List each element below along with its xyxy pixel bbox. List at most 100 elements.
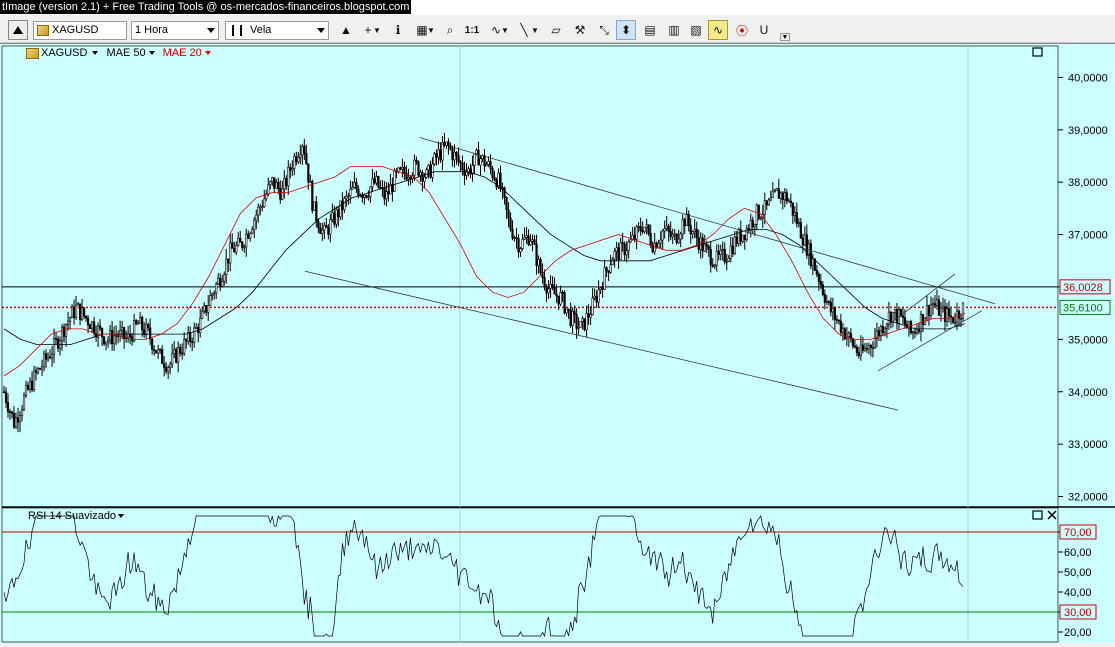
candle-body (811, 258, 814, 267)
candle-body (351, 187, 354, 190)
candle-body (521, 238, 524, 249)
zoom-icon[interactable]: ⌕ (440, 20, 460, 40)
candle-body (673, 233, 676, 236)
candle-body (421, 172, 424, 182)
candle-body (841, 328, 844, 333)
candle-body (799, 222, 802, 239)
signal-icon[interactable]: ⦿ (732, 20, 752, 40)
candle-body (219, 277, 222, 287)
price-chart[interactable]: 40,000039,000038,000037,000036,000035,00… (0, 44, 1115, 644)
indicator-oscillator-icon[interactable]: ▥ (664, 20, 684, 40)
candle-body (129, 333, 132, 338)
candle-body (321, 229, 324, 234)
candle-body (245, 233, 248, 248)
candle-body (827, 301, 830, 303)
candle-body (105, 341, 108, 345)
auto-scale-icon[interactable]: ⬍ (616, 20, 636, 40)
indicator-menu-icon[interactable]: ▼ (500, 20, 510, 40)
candle-body (757, 204, 760, 219)
trendline-menu-icon[interactable]: ▼ (530, 20, 540, 40)
title-bar: tImage (version 2.1) + Free Trading Tool… (0, 0, 1115, 15)
candle-body (797, 222, 800, 224)
candle-body (743, 234, 746, 240)
candle-body (38, 368, 42, 370)
candle-body (235, 244, 238, 253)
rsi-legend[interactable]: RSI 14 Suavizado (28, 510, 125, 522)
candle-body (903, 317, 907, 325)
candle-body (20, 409, 24, 416)
candle-body (795, 212, 798, 224)
template-icon[interactable]: ⚒ (570, 20, 590, 40)
candle-body (44, 353, 48, 360)
candle-body (611, 258, 614, 266)
candle-body (425, 169, 428, 178)
info-icon[interactable]: ℹ (388, 20, 408, 40)
candle-body (613, 250, 616, 260)
candle-body (921, 314, 925, 325)
candle-body (925, 305, 929, 319)
timeframe-select[interactable]: 1 Hora (131, 21, 219, 40)
cursor-icon[interactable]: ▲ (336, 20, 356, 40)
indicator-bands-icon[interactable]: ▤ (640, 20, 660, 40)
indicator-volume-icon[interactable]: ▧ (686, 20, 706, 40)
candle-body (343, 197, 346, 210)
candle-body (147, 324, 150, 329)
candle-body (303, 146, 306, 154)
magnet-icon[interactable]: U (754, 20, 774, 40)
candle-body (647, 224, 650, 234)
candle-body (155, 350, 158, 354)
candle-body (161, 348, 164, 364)
candle-body (401, 167, 404, 170)
candle-body (763, 200, 766, 215)
chart-area[interactable]: 40,000039,000038,000037,000036,000035,00… (0, 43, 1115, 643)
crosshair-menu-icon[interactable]: ▼ (372, 20, 382, 40)
candle-body (453, 152, 456, 161)
chart-type-select[interactable]: Vela (225, 21, 329, 40)
candle-body (565, 308, 568, 314)
indicator-wave-icon[interactable]: ∿ (708, 20, 728, 40)
candle-body (441, 142, 444, 161)
zoom-reset-button[interactable]: 1:1 (462, 20, 482, 40)
legend-ma20-label: MAE 20 (162, 47, 202, 59)
candle-body (837, 319, 840, 322)
candle-body (329, 219, 332, 235)
candle-body (269, 181, 272, 186)
candle-body (309, 181, 312, 183)
candle-body (563, 292, 566, 314)
candle-body (571, 310, 574, 326)
candle-body (429, 164, 432, 178)
overflow-menu-icon[interactable]: ▼ (780, 33, 790, 41)
candle-body (787, 200, 790, 203)
symbol-select[interactable]: XAGUSD (33, 21, 127, 40)
candle-body (773, 190, 776, 192)
candle-body (503, 187, 506, 198)
grid-menu-icon[interactable]: ▼ (426, 20, 436, 40)
candle-body (515, 237, 518, 239)
candle-body (677, 238, 680, 243)
candle-body (417, 161, 420, 176)
candle-body (14, 417, 18, 428)
candle-body (119, 329, 122, 337)
candle-body (64, 324, 68, 337)
candle-body (423, 176, 426, 182)
current-price-label: 35,6100 (1063, 302, 1103, 314)
scroll-up-button[interactable] (8, 20, 28, 40)
candle-body (495, 179, 498, 188)
candle-body (335, 209, 338, 225)
candle-body (549, 283, 552, 289)
eraser-icon[interactable]: ▱ (546, 20, 566, 40)
legend-ma50-label: MAE 50 (106, 47, 146, 59)
candle-body (871, 347, 875, 349)
legend-ma50[interactable]: MAE 50 (106, 47, 155, 59)
legend-ma20[interactable]: MAE 20 (163, 47, 211, 59)
legend-symbol[interactable]: XAGUSD (26, 47, 99, 59)
candle-body (709, 249, 712, 266)
candle-body (597, 289, 600, 303)
candle-body (519, 248, 522, 253)
candle-body (573, 310, 576, 315)
price-tick-label: 34,0000 (1068, 387, 1108, 399)
candle-body (333, 212, 336, 225)
resize-icon[interactable]: ⤡ (594, 20, 614, 40)
candle-body (779, 192, 782, 199)
candle-body (765, 200, 768, 206)
